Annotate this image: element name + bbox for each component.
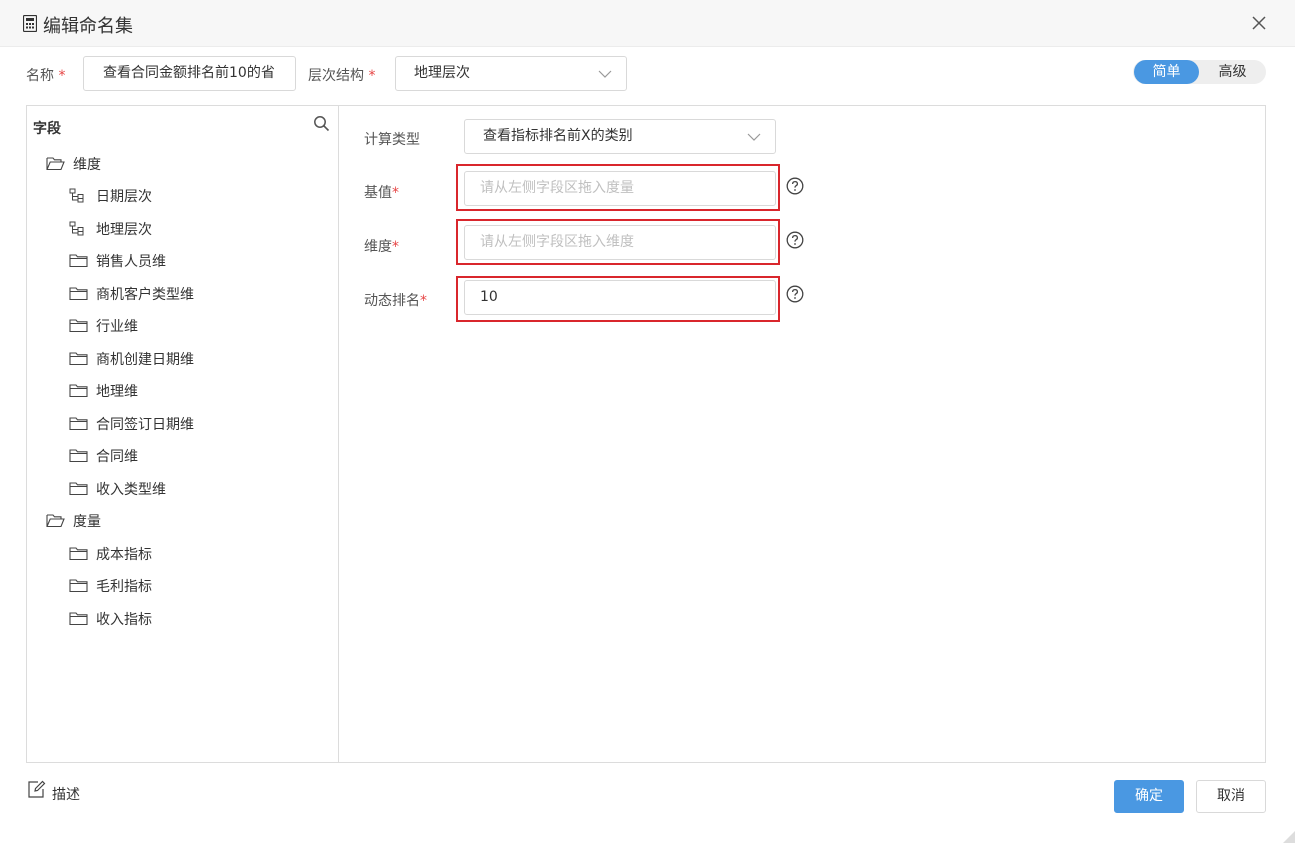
mode-toggle: 简单 高级 <box>1133 60 1266 84</box>
folder-open-icon <box>46 157 65 171</box>
folder-icon <box>69 482 88 496</box>
mode-advanced-button[interactable]: 高级 <box>1201 60 1264 84</box>
resize-grip-icon[interactable] <box>1279 827 1295 843</box>
base-label: 基值* <box>364 185 399 201</box>
edit-icon <box>28 780 46 798</box>
rank-input[interactable]: 10 <box>464 280 776 315</box>
hierarchy-icon <box>69 188 84 203</box>
calc-type-select[interactable]: 查看指标排名前X的类别 <box>464 119 776 154</box>
search-icon[interactable] <box>313 115 330 132</box>
calculator-icon <box>23 15 37 32</box>
folder-open-icon <box>46 514 65 528</box>
chevron-down-icon <box>598 70 612 78</box>
folder-icon <box>69 612 88 626</box>
hierarchy-icon <box>69 221 84 236</box>
folder-icon <box>69 547 88 561</box>
hierarchy-select-value: 地理层次 <box>414 65 470 81</box>
hierarchy-select[interactable]: 地理层次 <box>395 56 627 91</box>
folder-icon <box>69 254 88 268</box>
cancel-button[interactable]: 取消 <box>1196 780 1266 813</box>
folder-icon <box>69 352 88 366</box>
help-icon[interactable] <box>786 231 804 249</box>
dialog-title: 编辑命名集 <box>43 16 133 37</box>
help-icon[interactable] <box>786 177 804 195</box>
name-input[interactable]: 查看合同金额排名前10的省 <box>83 56 296 91</box>
dimension-dropzone[interactable]: 请从左侧字段区拖入维度 <box>464 225 776 260</box>
help-icon[interactable] <box>786 285 804 303</box>
folder-icon <box>69 287 88 301</box>
name-label: 名称 * <box>26 68 66 84</box>
mode-simple-button[interactable]: 简单 <box>1134 60 1199 84</box>
chevron-down-icon <box>747 133 761 141</box>
folder-icon <box>69 579 88 593</box>
rank-label: 动态排名* <box>364 293 427 309</box>
folder-icon <box>69 384 88 398</box>
close-icon[interactable] <box>1250 14 1268 32</box>
calc-type-label: 计算类型 <box>364 132 420 148</box>
folder-icon <box>69 449 88 463</box>
panel-divider[interactable] <box>338 106 339 762</box>
folder-icon <box>69 319 88 333</box>
calc-type-select-value: 查看指标排名前X的类别 <box>483 128 633 144</box>
dialog-titlebar: 编辑命名集 <box>0 0 1295 47</box>
field-tree-header: 字段 <box>33 121 61 137</box>
confirm-button[interactable]: 确定 <box>1114 780 1184 813</box>
hierarchy-label: 层次结构 * <box>308 68 376 84</box>
base-measure-dropzone[interactable]: 请从左侧字段区拖入度量 <box>464 171 776 206</box>
describe-label: 描述 <box>52 787 80 803</box>
dimension-label: 维度* <box>364 239 399 255</box>
folder-icon <box>69 417 88 431</box>
